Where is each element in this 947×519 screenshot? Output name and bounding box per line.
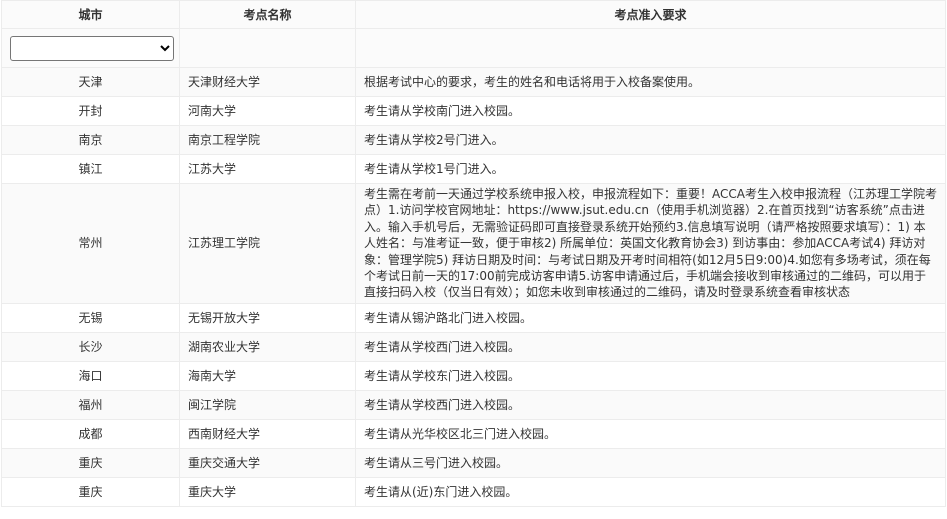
site-name-cell: 无锡开放大学 [179,302,356,333]
requirement-cell: 考生请从学校1号门进入。 [355,154,946,184]
site-name-cell: 河南大学 [179,96,356,126]
city-cell: 天津 [1,67,180,97]
site-name-cell: 天津财经大学 [179,67,356,97]
site-name-cell: 江苏理工学院 [179,183,356,304]
header-row: 城市 考点名称 考点准入要求 [1,0,946,29]
filter-cell-req [355,28,946,68]
city-cell: 成都 [1,418,180,449]
city-filter-select[interactable] [10,35,174,61]
city-cell: 无锡 [1,302,180,333]
requirement-cell: 考生请从锡沪路北门进入校园。 [355,302,946,333]
site-name-cell: 湖南农业大学 [179,331,356,362]
site-name-cell: 闽江学院 [179,389,356,420]
table-row: 重庆 重庆大学 考生请从(近)东门进入校园。 [1,476,946,507]
table-row: 镇江 江苏大学 考生请从学校1号门进入。 [1,154,946,184]
city-cell: 福州 [1,389,180,420]
table-row: 成都 西南财经大学 考生请从光华校区北三门进入校园。 [1,418,946,449]
header-requirements: 考点准入要求 [355,0,946,29]
table-row: 海口 海南大学 考生请从学校东门进入校园。 [1,360,946,391]
requirement-cell: 考生请从学校西门进入校园。 [355,389,946,420]
header-city: 城市 [1,0,180,29]
city-cell: 重庆 [1,476,180,507]
requirement-cell: 根据考试中心的要求，考生的姓名和电话将用于入校备案使用。 [355,67,946,97]
table-row: 开封 河南大学 考生请从学校南门进入校园。 [1,96,946,126]
requirement-cell: 考生请从学校西门进入校园。 [355,331,946,362]
requirement-cell: 考生请从光华校区北三门进入校园。 [355,418,946,449]
table-row: 重庆 重庆交通大学 考生请从三号门进入校园。 [1,447,946,478]
exam-sites-table: 城市 考点名称 考点准入要求 天津 天津财经大学 根据考试中心的要求，考生的姓名和电… [1,0,946,507]
table-row: 无锡 无锡开放大学 考生请从锡沪路北门进入校园。 [1,302,946,333]
city-cell: 镇江 [1,154,180,184]
requirement-cell: 考生请从(近)东门进入校园。 [355,476,946,507]
city-cell: 开封 [1,96,180,126]
requirement-cell: 考生请从学校2号门进入。 [355,125,946,155]
city-cell: 常州 [1,183,180,304]
requirement-cell: 考生请从学校南门进入校园。 [355,96,946,126]
table-row: 南京 南京工程学院 考生请从学校2号门进入。 [1,125,946,155]
filter-cell-city [1,28,180,68]
site-name-cell: 西南财经大学 [179,418,356,449]
city-cell: 重庆 [1,447,180,478]
site-name-cell: 海南大学 [179,360,356,391]
table-row: 天津 天津财经大学 根据考试中心的要求，考生的姓名和电话将用于入校备案使用。 [1,67,946,97]
requirement-cell: 考生请从学校东门进入校园。 [355,360,946,391]
city-cell: 长沙 [1,331,180,362]
site-name-cell: 重庆交通大学 [179,447,356,478]
filter-cell-site [179,28,356,68]
requirement-cell: 考生需在考前一天通过学校系统申报入校，申报流程如下：重要！ACCA考生入校申报流… [355,183,946,304]
city-cell: 海口 [1,360,180,391]
table-row: 常州 江苏理工学院 考生需在考前一天通过学校系统申报入校，申报流程如下：重要！ACC… [1,183,946,304]
table-row: 长沙 湖南农业大学 考生请从学校西门进入校园。 [1,331,946,362]
site-name-cell: 重庆大学 [179,476,356,507]
table-row: 福州 闽江学院 考生请从学校西门进入校园。 [1,389,946,420]
filter-row [1,28,946,68]
site-name-cell: 江苏大学 [179,154,356,184]
header-site-name: 考点名称 [179,0,356,29]
site-name-cell: 南京工程学院 [179,125,356,155]
city-cell: 南京 [1,125,180,155]
requirement-cell: 考生请从三号门进入校园。 [355,447,946,478]
